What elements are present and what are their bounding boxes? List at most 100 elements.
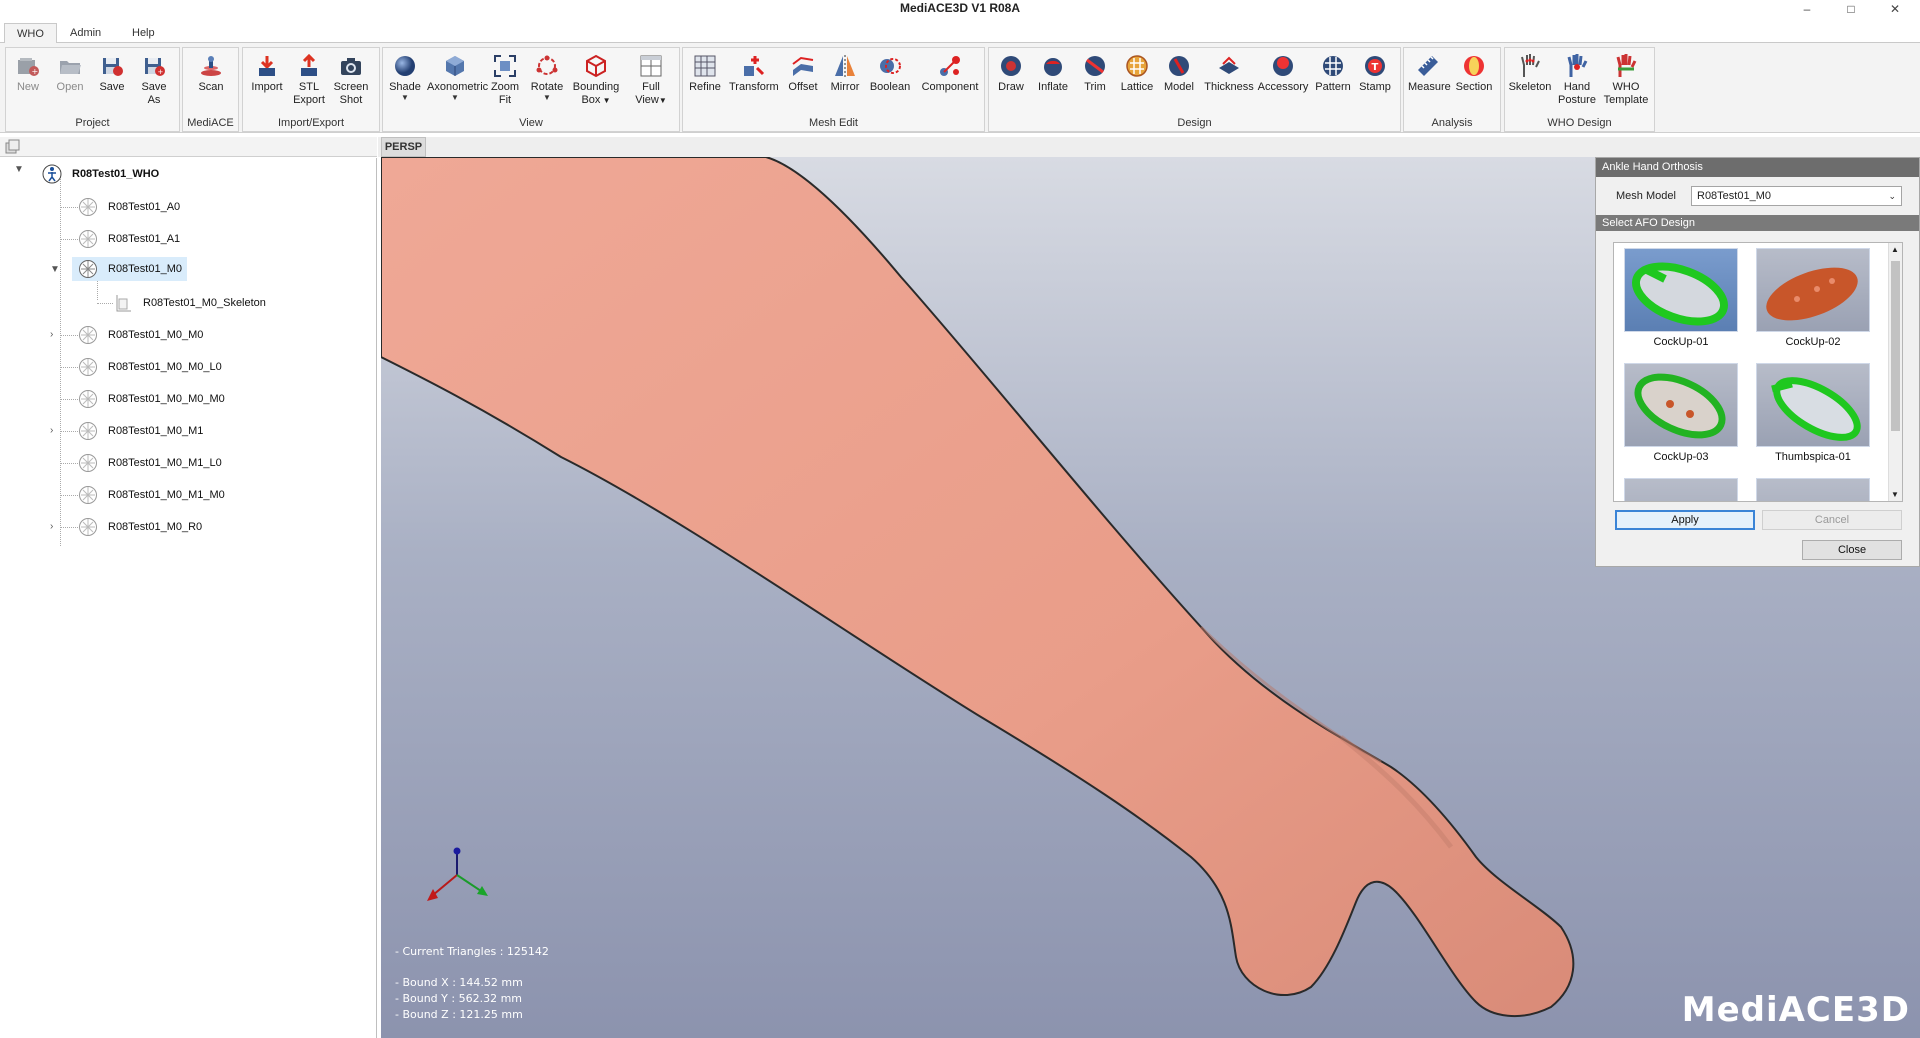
pattern-button[interactable]: Pattern	[1311, 51, 1355, 116]
rotate-button[interactable]: Rotate ▼	[527, 51, 567, 116]
chevron-right-icon[interactable]: ›	[50, 521, 53, 532]
offset-button[interactable]: Offset	[783, 51, 823, 116]
accessory-button[interactable]: Accessory	[1257, 51, 1309, 116]
mesh-model-select[interactable]: R08Test01_M0 ⌄	[1691, 186, 1902, 206]
tree-connector	[60, 367, 78, 368]
import-button[interactable]: Import	[247, 51, 287, 116]
tree-root[interactable]: R08Test01_WHO	[42, 162, 159, 186]
screen-shot-button[interactable]: Screen Shot	[331, 51, 371, 116]
chevron-down-icon[interactable]: ▼	[14, 164, 24, 175]
who-template-button[interactable]: WHO Template	[1601, 51, 1651, 116]
mesh-icon	[79, 260, 97, 278]
design-thumb-cockup-02[interactable]: CockUp-02	[1756, 248, 1870, 348]
tree-item-m0-r0[interactable]: R08Test01_M0_R0	[78, 515, 202, 539]
save-button[interactable]: Save	[92, 51, 132, 116]
bounding-box-button[interactable]: Bounding Box ▼	[569, 51, 623, 116]
tab-admin[interactable]: Admin	[58, 23, 113, 43]
chevron-down-icon[interactable]: ▼	[1891, 490, 1899, 499]
design-thumb-partial[interactable]	[1756, 478, 1870, 501]
design-thumb-cockup-01[interactable]: CockUp-01	[1624, 248, 1738, 348]
mirror-label: Mirror	[830, 81, 860, 93]
draw-button[interactable]: Draw	[991, 51, 1031, 116]
maximize-icon[interactable]: □	[1829, 0, 1873, 17]
boolean-button[interactable]: Boolean	[867, 51, 913, 116]
design-caption: CockUp-01	[1653, 336, 1709, 348]
save-as-button[interactable]: + Save As	[134, 51, 174, 116]
design-thumb-cockup-03[interactable]: CockUp-03	[1624, 363, 1738, 463]
group-title-who-design: WHO Design	[1547, 117, 1612, 129]
mesh-icon	[79, 326, 97, 344]
tree-connector	[97, 280, 98, 300]
open-button[interactable]: Open	[50, 51, 90, 116]
save-as-label: Save As	[141, 81, 167, 106]
tree-item-label: R08Test01_M0_M1_L0	[108, 457, 222, 469]
chevron-up-icon[interactable]: ▲	[1891, 245, 1899, 254]
afo-design-gallery[interactable]: CockUp-01 CockUp-02 CockUp-03 Thumbspica…	[1613, 242, 1903, 502]
tree-item-m0-m1[interactable]: R08Test01_M0_M1	[78, 419, 203, 443]
component-button[interactable]: Component	[919, 51, 981, 116]
zoom-fit-button[interactable]: Zoom Fit	[485, 51, 525, 116]
minimize-icon[interactable]: –	[1785, 0, 1829, 17]
tree-item-m0-m0-l0[interactable]: R08Test01_M0_M0_L0	[78, 355, 222, 379]
close-button[interactable]: Close	[1802, 540, 1902, 560]
tree-item-m0-m1-l0[interactable]: R08Test01_M0_M1_L0	[78, 451, 222, 475]
pages-icon[interactable]	[4, 139, 20, 158]
transform-button[interactable]: Transform	[729, 51, 779, 116]
cancel-button[interactable]: Cancel	[1762, 510, 1902, 530]
group-title-project: Project	[75, 117, 110, 129]
offset-label: Offset	[788, 81, 818, 93]
tree-connector	[97, 303, 113, 304]
trim-button[interactable]: Trim	[1075, 51, 1115, 116]
stamp-button[interactable]: T Stamp	[1355, 51, 1395, 116]
mirror-button[interactable]: Mirror	[825, 51, 865, 116]
close-icon[interactable]: ✕	[1873, 0, 1917, 17]
triangle-count: - Current Triangles : 125142	[395, 945, 549, 958]
save-label: Save	[99, 81, 125, 93]
design-preview	[1624, 363, 1738, 447]
shade-button[interactable]: Shade ▼	[385, 51, 425, 116]
group-title-import-export: Import/Export	[277, 117, 345, 129]
new-button[interactable]: + New	[8, 51, 48, 116]
measure-button[interactable]: Measure	[1408, 51, 1451, 116]
tree-item-m0-m0-m0[interactable]: R08Test01_M0_M0_M0	[78, 387, 225, 411]
stamp-label: Stamp	[1359, 81, 1391, 93]
tree-item-m0-m0[interactable]: R08Test01_M0_M0	[78, 323, 203, 347]
axonometric-button[interactable]: Axonometric ▼	[427, 51, 488, 116]
group-import-export: Import STL Export Screen Shot Import/Exp…	[242, 47, 380, 132]
tab-who[interactable]: WHO	[4, 23, 57, 43]
full-view-button[interactable]: Full View▼	[627, 51, 675, 116]
draw-label: Draw	[998, 81, 1024, 93]
scroll-thumb[interactable]	[1891, 261, 1900, 431]
who-template-label: WHO Template	[1603, 81, 1649, 106]
group-mediace: Scan MediACE	[182, 47, 239, 132]
design-thumb-partial[interactable]	[1624, 478, 1738, 501]
tree-item-a1[interactable]: R08Test01_A1	[78, 227, 180, 251]
tree-item-m0[interactable]: R08Test01_M0	[72, 257, 187, 281]
section-button[interactable]: Section	[1454, 51, 1494, 116]
refine-button[interactable]: Refine	[685, 51, 725, 116]
tree-item-m0-skeleton[interactable]: R08Test01_M0_Skeleton	[113, 291, 266, 315]
tab-help[interactable]: Help	[120, 23, 167, 43]
ribbon: + New Open Save + Save As Project Scan M…	[0, 43, 1920, 133]
chevron-right-icon[interactable]: ›	[50, 329, 53, 340]
tree-item-m0-m1-m0[interactable]: R08Test01_M0_M1_M0	[78, 483, 225, 507]
skeleton-button[interactable]: Skeleton	[1507, 51, 1553, 116]
inflate-button[interactable]: Inflate	[1033, 51, 1073, 116]
gallery-scrollbar[interactable]: ▲ ▼	[1888, 243, 1902, 501]
thickness-button[interactable]: Thickness	[1201, 51, 1257, 116]
chevron-right-icon[interactable]: ›	[50, 425, 53, 436]
apply-button[interactable]: Apply	[1615, 510, 1755, 530]
mesh-icon	[79, 198, 97, 216]
model-button[interactable]: Model	[1159, 51, 1199, 116]
tree-connector	[60, 527, 78, 528]
stl-export-button[interactable]: STL Export	[289, 51, 329, 116]
chevron-down-icon[interactable]: ▼	[50, 264, 60, 275]
tab-persp[interactable]: PERSP	[381, 137, 426, 157]
scan-button[interactable]: Scan	[191, 51, 231, 116]
group-mesh-edit: Refine Transform Offset Mirror Boolean C…	[682, 47, 985, 132]
shade-text: Shade	[389, 81, 421, 93]
tree-item-a0[interactable]: R08Test01_A0	[78, 195, 180, 219]
lattice-button[interactable]: Lattice	[1117, 51, 1157, 116]
hand-posture-button[interactable]: Hand Posture	[1557, 51, 1597, 116]
design-thumb-thumbspica-01[interactable]: Thumbspica-01	[1756, 363, 1870, 463]
